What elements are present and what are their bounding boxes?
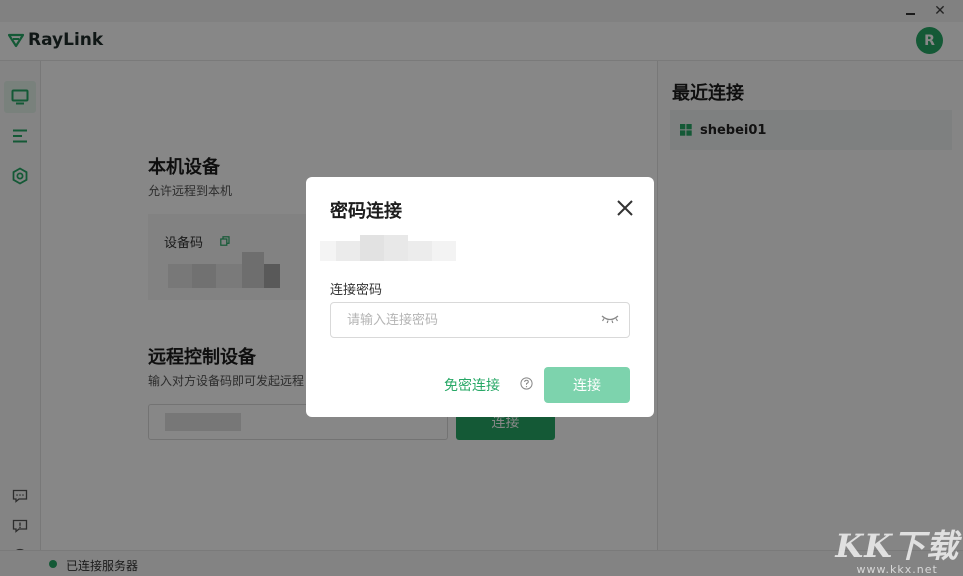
- help-icon[interactable]: [520, 377, 533, 390]
- password-input[interactable]: [330, 302, 630, 338]
- target-device-code-masked: [360, 235, 384, 261]
- watermark-logo-text: KK下载: [835, 527, 959, 565]
- password-dialog: 密码连接 连接密码 免密连接 连接: [306, 177, 654, 417]
- target-device-code-masked: [336, 241, 360, 261]
- password-free-connect-link[interactable]: 免密连接: [444, 375, 500, 395]
- dialog-connect-label: 连接: [573, 378, 601, 394]
- target-device-code-masked: [432, 241, 456, 261]
- eye-closed-icon[interactable]: [600, 313, 620, 325]
- target-device-code-masked: [384, 235, 408, 261]
- password-label: 连接密码: [330, 283, 383, 298]
- dialog-close-icon[interactable]: [614, 197, 636, 219]
- watermark: KK下载 www.kkx.net: [835, 529, 959, 576]
- target-device-code-masked: [320, 241, 336, 261]
- target-device-code-masked: [408, 241, 432, 261]
- dialog-title: 密码连接: [330, 201, 402, 222]
- dialog-connect-button[interactable]: 连接: [544, 367, 630, 403]
